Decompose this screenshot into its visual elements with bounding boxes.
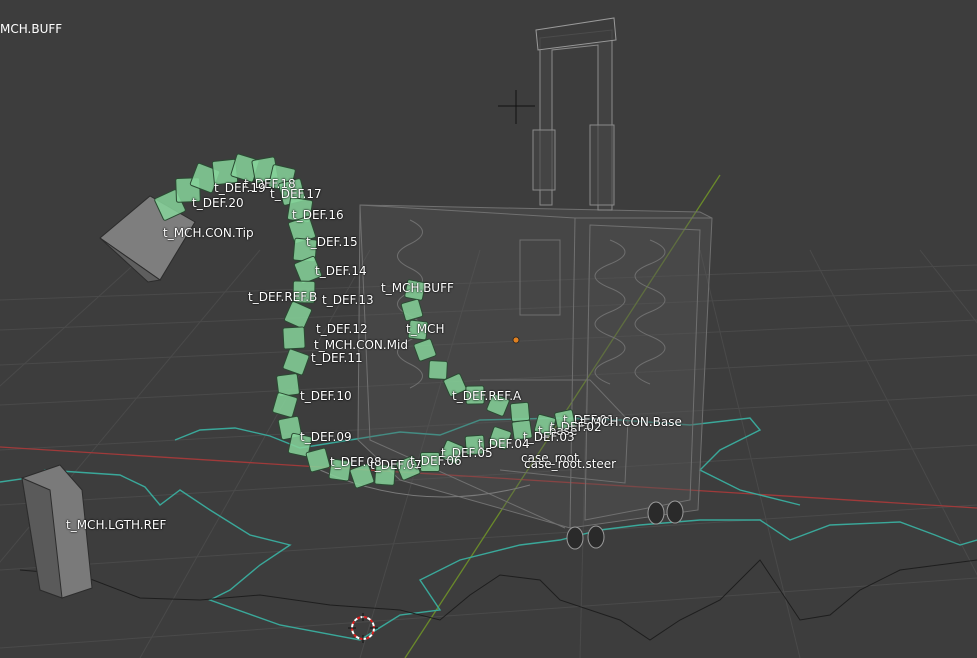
bone-shape[interactable] [509,401,531,423]
bone-shape[interactable] [428,360,448,380]
bone-label-def-03[interactable]: t_DEF.03 [523,430,575,444]
bone-label-def-14[interactable]: t_DEF.14 [315,264,367,278]
bone-label-def-09[interactable]: t_DEF.09 [300,430,352,444]
bone-label-def-ref-b[interactable]: t_DEF.REF.B [248,290,317,304]
bone-label-def-06[interactable]: t_DEF.06 [410,454,462,468]
bone-label-def-10[interactable]: t_DEF.10 [300,389,352,403]
viewport-scene[interactable] [0,0,977,658]
bone-shape[interactable] [284,301,312,329]
bone-shape[interactable] [282,326,306,350]
bone-label-def-15[interactable]: t_DEF.15 [306,235,358,249]
path-outline [19,559,977,641]
bone-label-case-root-steer[interactable]: case_root.steer [524,457,616,471]
bone-label-def-20[interactable]: t_DEF.20 [192,196,244,210]
bone-label-def-13[interactable]: t_DEF.13 [322,293,374,307]
bone-label-mch-buff[interactable]: t_MCH.BUFF [381,281,454,295]
bone-shape[interactable] [282,348,310,376]
bone-label-def-12[interactable]: t_DEF.12 [316,322,368,336]
bone-label-def-17[interactable]: t_DEF.17 [270,187,322,201]
bone-shape[interactable] [305,447,331,473]
crosshair-icon [498,90,535,124]
bone-label-def-19[interactable]: t_DEF.19 [214,181,266,195]
object-origin-icon[interactable] [512,336,520,344]
bone-label-mch[interactable]: t_MCH [406,322,444,336]
bone-label-mch-con-mid[interactable]: t_MCH.CON.Mid [314,338,408,352]
3d-viewport[interactable]: MCH.BUFF t_DEF.18 t_DEF.19 t_DEF.17 t_DEF.2… [0,0,977,658]
bone-label-mch-lgth-ref[interactable]: t_MCH.LGTH.REF [66,518,166,532]
bone-shape[interactable] [272,392,298,418]
bone-label-def-16[interactable]: t_DEF.16 [292,208,344,222]
active-object-label: MCH.BUFF [0,22,63,36]
bone-label-def-ref-a[interactable]: t_DEF.REF.A [452,389,521,403]
bone-label-mch-con-tip[interactable]: t_MCH.CON.Tip [163,226,254,240]
bone-label-def-11[interactable]: t_DEF.11 [311,351,363,365]
